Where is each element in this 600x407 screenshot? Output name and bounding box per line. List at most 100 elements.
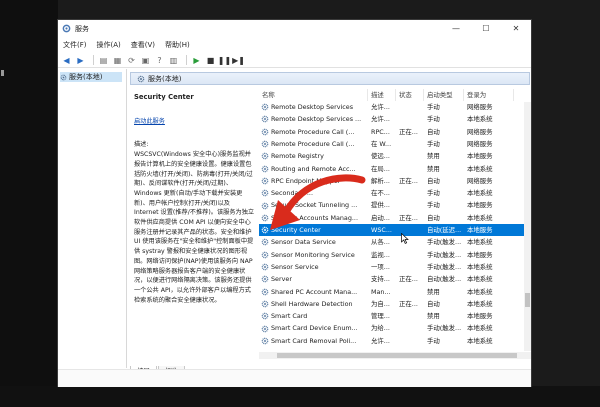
table-row[interactable]: Security Accounts Manag... 启动... 正在... 自动 本地… — [259, 212, 531, 224]
service-logon-cell: 本地系统 — [467, 189, 493, 198]
forward-icon[interactable]: ▶ — [75, 55, 86, 66]
service-description-cell: 解析... — [371, 176, 390, 185]
service-name-cell: Remote Desktop Services ... — [259, 113, 368, 125]
service-startup-cell: 手动(触发... — [427, 238, 462, 247]
column-name[interactable]: 名称 — [259, 89, 368, 101]
pause-icon[interactable]: ❚❚ — [218, 55, 231, 66]
table-row[interactable]: Secure Socket Tunneling ... 提供... 手动 本地服务 — [259, 199, 531, 211]
gear-icon — [137, 75, 145, 82]
table-row[interactable]: Sensor Data Service 从各... 手动(触发... 本地系统 — [259, 236, 531, 248]
service-description-cell: 启动... — [371, 213, 390, 222]
show-tree-icon[interactable]: ▤ — [98, 55, 109, 66]
table-row[interactable]: Server 支持... 正在... 自动(触发... 本地系统 — [259, 273, 531, 285]
play-icon[interactable]: ▶ — [191, 55, 202, 66]
table-row[interactable]: Smart Card Device Enum... 为给... 手动(触发... 本地… — [259, 322, 531, 334]
service-description-cell: 从各... — [371, 238, 390, 247]
back-icon[interactable]: ◀ — [61, 55, 72, 66]
list-view-icon[interactable]: ▦ — [112, 55, 123, 66]
stop-icon[interactable]: ■ — [205, 55, 216, 66]
export-icon[interactable]: ▣ — [140, 55, 151, 66]
service-status-cell — [396, 310, 424, 322]
column-headers: ^ 名称 描述 状态 启动类型 登录为 — [259, 89, 531, 101]
start-service-link[interactable]: 启动此服务 — [134, 117, 165, 127]
menu-action[interactable]: 操作(A) — [92, 39, 126, 51]
service-startup-cell: 自动(触发... — [427, 275, 462, 284]
column-description[interactable]: 描述 — [368, 89, 396, 101]
gear-icon — [60, 74, 67, 80]
table-row[interactable]: Remote Desktop Services ... 允许... 手动 本地系统 — [259, 113, 531, 125]
close-button[interactable]: ✕ — [501, 20, 531, 37]
menu-bar: 文件(F) 操作(A) 查看(V) 帮助(H) — [58, 39, 531, 51]
refresh-icon[interactable]: ⟳ — [126, 55, 137, 66]
pane-header: 服务(本地) — [130, 72, 530, 85]
service-name-text: Security Center — [271, 226, 321, 234]
table-row[interactable]: Remote Procedure Call (... RPC... 正在... 自动 网… — [259, 126, 531, 138]
service-logon-cell: 本地系统 — [467, 299, 493, 308]
mouse-cursor-icon — [401, 233, 409, 244]
service-name-cell: RPC Endpoint Mapper — [259, 175, 368, 187]
service-name-text: Secondary ... — [271, 189, 313, 198]
menu-file[interactable]: 文件(F) — [58, 39, 92, 51]
services-window: 服务 — ☐ ✕ 文件(F) 操作(A) 查看(V) 帮助(H) ◀ ▶ ▤ ▦… — [58, 20, 531, 387]
service-logon-cell: 本地系统 — [467, 115, 493, 124]
service-status-cell — [396, 199, 424, 211]
table-row[interactable]: Sensor Monitoring Service 监视... 手动(触发... 本地… — [259, 249, 531, 261]
table-row[interactable]: Smart Card Removal Poli... 允许... 手动 本地系统 — [259, 335, 531, 347]
service-startup-cell: 自动(延迟... — [427, 226, 462, 234]
service-name-text: Shared PC Account Mana... — [271, 287, 358, 296]
gear-icon — [261, 312, 269, 320]
title-bar[interactable]: 服务 — ☐ ✕ — [58, 20, 531, 37]
service-name-text: Smart Card — [271, 312, 308, 321]
service-startup-cell: 自动 — [427, 299, 440, 308]
tree-item-label: 服务(本地) — [69, 73, 103, 81]
column-status[interactable]: 状态 — [396, 89, 424, 101]
table-row[interactable]: Routing and Remote Acc... 在局... 禁用 本地系统 — [259, 163, 531, 175]
table-row[interactable]: RPC Endpoint Mapper 解析... 正在... 自动 网络服务 — [259, 175, 531, 187]
menu-view[interactable]: 查看(V) — [126, 39, 160, 51]
column-startup-type[interactable]: 启动类型 — [424, 89, 464, 101]
table-row[interactable]: Smart Card 管理... 禁用 本地服务 — [259, 310, 531, 322]
service-logon-cell: 本地系统 — [467, 213, 493, 222]
service-startup-cell: 手动 — [427, 201, 440, 210]
table-row[interactable]: Shared PC Account Mana... Man... 禁用 本地系统 — [259, 286, 531, 298]
details-pane: 服务(本地) Security Center 启动此服务 描述: WSCSVC(… — [130, 69, 531, 386]
service-status-cell — [396, 150, 424, 162]
description-label: 描述: — [134, 141, 149, 149]
toolbar-separator — [186, 55, 187, 65]
restart-icon[interactable]: ▶❚ — [232, 55, 245, 66]
table-row[interactable]: Remote Desktop Services 允许... 手动 网络服务 — [259, 101, 531, 113]
service-logon-cell: 本地服务 — [467, 201, 493, 210]
horizontal-scrollbar-thumb[interactable] — [277, 353, 517, 358]
service-logon-cell: 本地服务 — [467, 250, 493, 259]
minimize-button[interactable]: — — [441, 20, 471, 37]
table-row[interactable]: Remote Registry 使远... 禁用 本地服务 — [259, 150, 531, 162]
table-row[interactable]: Secondary ... 在不... 手动 本地系统 — [259, 187, 531, 199]
status-bar — [58, 369, 531, 387]
service-startup-cell: 手动 — [427, 115, 440, 124]
service-status-cell: 正在... — [399, 176, 418, 185]
table-row[interactable]: Shell Hardware Detection 为自... 正在... 自动 本地系统 — [259, 298, 531, 310]
maximize-button[interactable]: ☐ — [471, 20, 501, 37]
vertical-scrollbar-thumb[interactable] — [525, 293, 530, 307]
column-logon-as[interactable]: 登录为 — [464, 89, 514, 101]
service-name-text: RPC Endpoint Mapper — [271, 176, 341, 185]
service-description-cell: 管理... — [371, 312, 390, 321]
service-name-cell: Sensor Monitoring Service — [259, 249, 368, 261]
service-name-text: Shell Hardware Detection — [271, 299, 353, 308]
menu-help[interactable]: 帮助(H) — [160, 39, 195, 51]
console-tree: 服务(本地) — [58, 69, 127, 368]
service-name-cell: Sensor Data Service — [259, 236, 368, 248]
help-icon[interactable]: ? — [154, 55, 165, 66]
service-status-cell — [396, 187, 424, 199]
gear-icon — [261, 202, 269, 209]
horizontal-scrollbar[interactable] — [259, 352, 531, 359]
vertical-scrollbar[interactable] — [524, 102, 531, 351]
properties-icon[interactable]: ▥ — [168, 55, 179, 66]
table-row-selected[interactable]: Security Center WSC... 自动(延迟... 本地服务 — [259, 224, 531, 237]
tree-item-services-local[interactable]: 服务(本地) — [60, 72, 122, 82]
table-row[interactable]: Remote Procedure Call (... 在 W... 手动 网络服务 — [259, 138, 531, 150]
service-name-text: Remote Registry — [271, 152, 324, 161]
service-status-cell — [396, 101, 424, 113]
service-logon-cell: 本地服务 — [467, 312, 493, 321]
table-row[interactable]: Sensor Service 一项... 手动(触发... 本地系统 — [259, 261, 531, 273]
